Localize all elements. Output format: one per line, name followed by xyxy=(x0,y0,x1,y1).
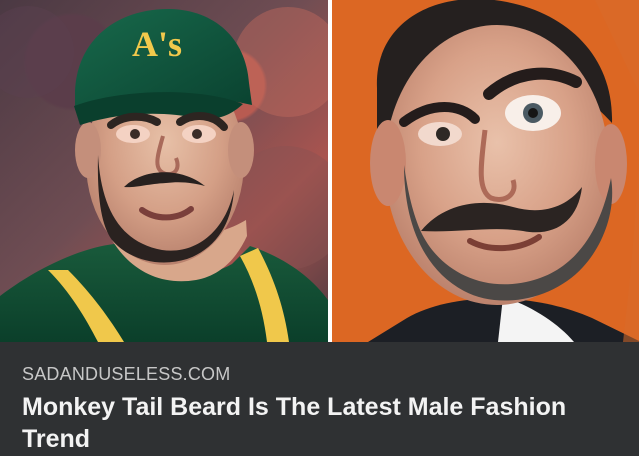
right-photo[interactable] xyxy=(331,0,639,342)
man-with-beard-illustration xyxy=(331,0,639,342)
article-headline[interactable]: Monkey Tail Beard Is The Latest Male Fas… xyxy=(22,391,626,455)
baseball-player-illustration: A's xyxy=(0,6,328,342)
article-image-strip[interactable]: A's xyxy=(0,0,639,342)
article-caption[interactable]: SADANDUSELESS.COM Monkey Tail Beard Is T… xyxy=(0,342,639,456)
source-domain: SADANDUSELESS.COM xyxy=(22,364,231,384)
left-photo[interactable]: A's xyxy=(0,0,328,342)
athletics-cap-logo: A's xyxy=(132,24,182,64)
image-divider xyxy=(327,0,330,342)
